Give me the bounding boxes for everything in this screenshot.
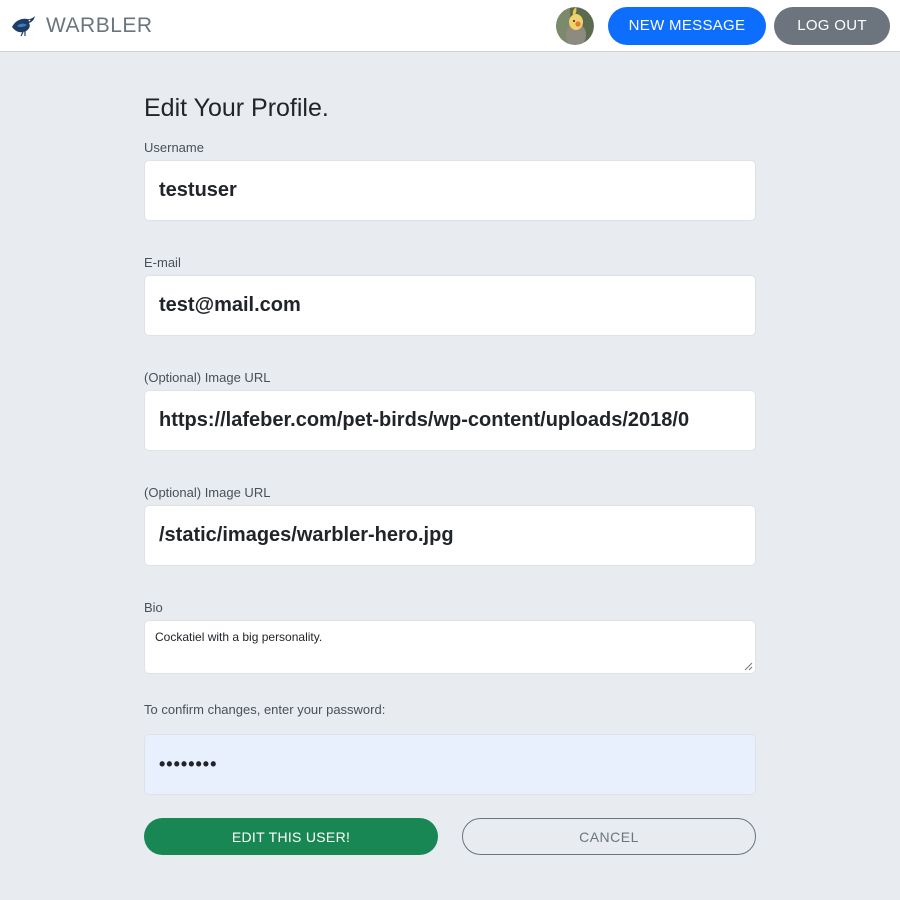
form-actions: EDIT THIS USER! CANCEL [144, 818, 756, 855]
password-field[interactable]: •••••••• [144, 734, 756, 795]
cancel-button[interactable]: CANCEL [462, 818, 756, 855]
email-field[interactable]: test@mail.com [144, 275, 756, 336]
header-image-url-label: (Optional) Image URL [144, 485, 271, 500]
navbar: WARBLER NEW MESSAGE LOG OUT [0, 0, 900, 52]
header-image-url-group: (Optional) Image URL /static/images/warb… [144, 485, 756, 566]
email-group: E-mail test@mail.com [144, 255, 756, 336]
logout-button[interactable]: LOG OUT [774, 6, 890, 45]
bird-logo-icon [12, 15, 35, 36]
username-field[interactable]: testuser [144, 160, 756, 221]
header-image-url-field[interactable]: /static/images/warbler-hero.jpg [144, 505, 756, 566]
bio-group: Bio Cockatiel with a big personality. [144, 600, 756, 674]
image-url-group: (Optional) Image URL https://lafeber.com… [144, 370, 756, 451]
password-label: To confirm changes, enter your password: [144, 702, 386, 717]
brand-link[interactable]: WARBLER [10, 14, 153, 38]
username-label: Username [144, 140, 204, 155]
new-message-button[interactable]: NEW MESSAGE [608, 6, 766, 45]
nav-actions: NEW MESSAGE LOG OUT [556, 6, 890, 45]
email-label: E-mail [144, 255, 181, 270]
brand-name: WARBLER [46, 13, 153, 37]
edit-user-button[interactable]: EDIT THIS USER! [144, 818, 438, 855]
edit-profile-form: Edit Your Profile. Username testuser E-m… [144, 52, 756, 855]
page-title: Edit Your Profile. [144, 94, 329, 122]
bio-label: Bio [144, 600, 163, 615]
image-url-field[interactable]: https://lafeber.com/pet-birds/wp-content… [144, 390, 756, 451]
username-group: Username testuser [144, 140, 756, 221]
user-avatar[interactable] [556, 6, 594, 45]
bio-textarea[interactable]: Cockatiel with a big personality. [144, 620, 756, 674]
image-url-label: (Optional) Image URL [144, 370, 271, 385]
resize-grip-icon[interactable] [744, 662, 753, 671]
bio-text: Cockatiel with a big personality. [155, 630, 323, 644]
